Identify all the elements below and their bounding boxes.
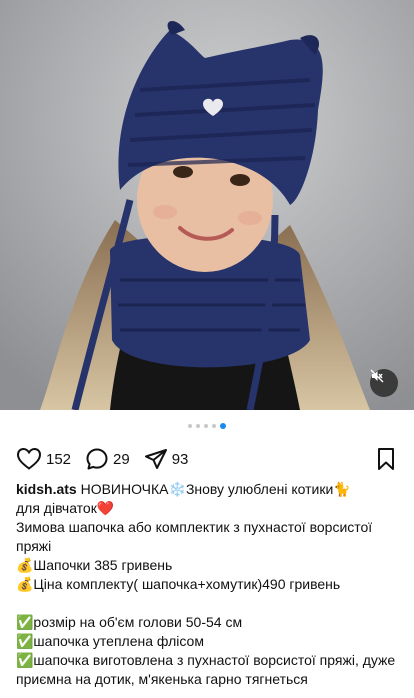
carousel-dot — [204, 424, 208, 428]
carousel-indicator — [0, 423, 414, 429]
caption-line: для дівчаток❤️ — [16, 500, 115, 516]
shares-count: 93 — [171, 450, 189, 468]
post-actions: 152 29 93 — [16, 445, 396, 473]
photo-illustration — [0, 0, 414, 410]
heart-icon — [16, 447, 42, 470]
bookmark-icon — [378, 448, 394, 470]
carousel-dot — [196, 424, 200, 428]
caption-text: НОВИНОЧКА❄️Знову улюблені котики🐈 — [80, 481, 351, 497]
caption-line: 💰Шапочки 385 гривень — [16, 557, 173, 573]
caption-line: ✅розмір на об'єм голови 50-54 см — [16, 614, 243, 630]
comments-count: 29 — [113, 450, 130, 468]
caption-line: 💰Ціна комплекту( шапочка+хомутик)490 гри… — [16, 576, 341, 592]
likes-count: 152 — [46, 450, 72, 468]
caption-line: ✅шапочка виготовлена з пухнастої ворсист… — [16, 652, 396, 687]
caption-line: Зимова шапочка або комплектик з пухнасто… — [16, 519, 373, 554]
comment-bubble-icon — [86, 448, 108, 470]
save-button[interactable] — [376, 447, 396, 471]
caption-line: ✅шапочка утеплена флісом — [16, 633, 204, 649]
carousel-dot — [188, 424, 192, 428]
speaker-muted-icon — [370, 369, 384, 383]
username-link[interactable]: kidsh.ats — [16, 481, 77, 497]
comment-button[interactable]: 29 — [85, 447, 130, 471]
post-caption: kidsh.ats НОВИНОЧКА❄️Знову улюблені коти… — [16, 480, 402, 689]
mute-button[interactable] — [370, 369, 398, 397]
carousel-dot — [212, 424, 216, 428]
share-button[interactable]: 93 — [144, 447, 189, 471]
send-icon — [144, 449, 167, 469]
like-button[interactable]: 152 — [16, 447, 71, 471]
post-photo[interactable] — [0, 0, 414, 410]
carousel-dot-active — [220, 423, 226, 429]
caption-first-line: kidsh.ats НОВИНОЧКА❄️Знову улюблені коти… — [16, 480, 402, 499]
